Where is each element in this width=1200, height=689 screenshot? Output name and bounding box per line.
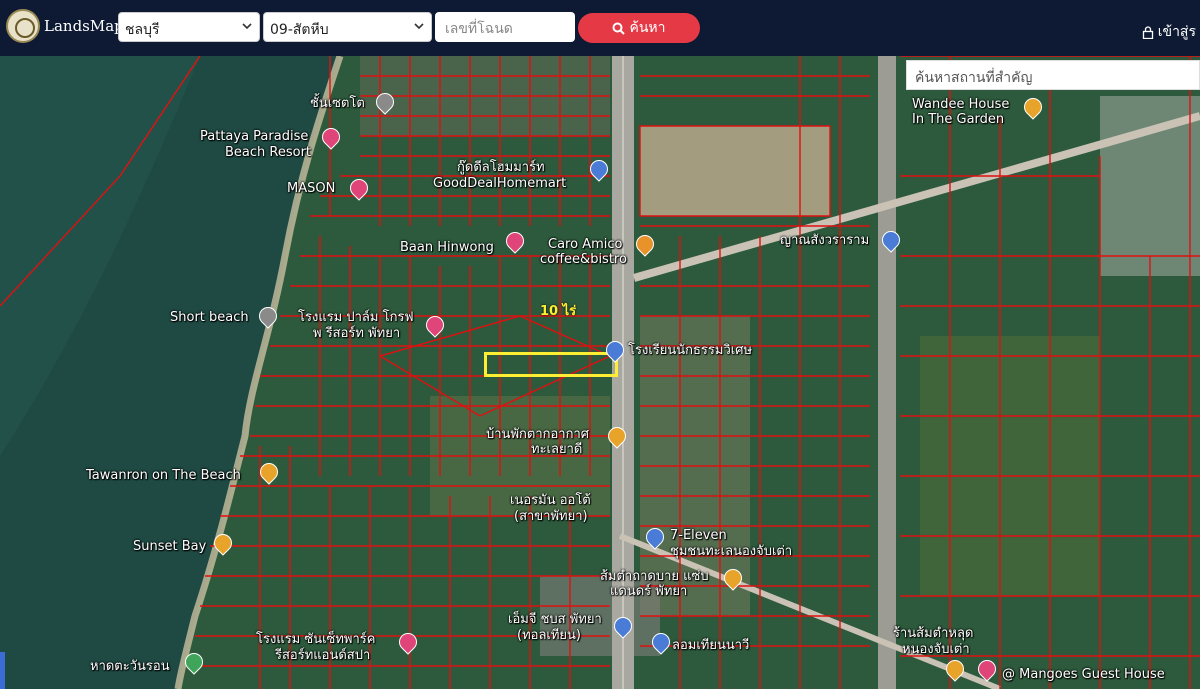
place-search-placeholder: ค้นหาสถานที่สำคัญ — [915, 70, 1033, 86]
place-label[interactable]: ร้านส้มตำหลุด — [893, 626, 973, 641]
district-select[interactable]: 09-สัตหีบ — [263, 12, 432, 42]
place-label[interactable]: รีสอร์ทแอนด์สปา — [275, 648, 370, 663]
place-label[interactable]: (สาขาพัทยา) — [514, 509, 588, 524]
place-label[interactable]: Baan Hinwong — [400, 240, 494, 255]
parcel-area-label: 10 ไร่ — [540, 304, 577, 319]
place-label[interactable]: Pattaya Paradise — [200, 129, 308, 144]
deed-number-input[interactable]: เลขที่โฉนด — [435, 12, 575, 42]
place-label[interactable]: MASON — [287, 181, 335, 196]
province-select[interactable]: ชลบุรี — [118, 12, 260, 42]
place-label[interactable]: ชุมชนทะเลนองจับเต่า — [670, 544, 792, 559]
place-label[interactable]: @ Mangoes Guest House — [1002, 667, 1165, 682]
place-label[interactable]: บ้านพักตากอากาศ — [486, 427, 589, 442]
place-label[interactable]: Short beach — [170, 310, 249, 325]
place-label[interactable]: ทะเลยาดี — [531, 442, 582, 457]
place-label[interactable]: เอ็มจี ชบส พัทยา — [508, 612, 602, 627]
deed-number-placeholder: เลขที่โฉนด — [445, 21, 513, 37]
place-label[interactable]: โรงเรียนนักธรรมวิเศษ — [628, 343, 752, 358]
place-label[interactable]: ลอมเทียนนาวี — [672, 638, 749, 653]
place-label[interactable]: แดนดร์ พัทยา — [610, 584, 687, 599]
place-label[interactable]: GoodDealHomemart — [433, 176, 566, 191]
province-value: ชลบุรี — [125, 22, 160, 38]
place-label[interactable]: Tawanron on The Beach — [86, 468, 241, 483]
place-label[interactable]: Wandee House — [912, 97, 1009, 112]
place-label[interactable]: พ รีสอร์ท พัทยา — [313, 326, 400, 341]
place-label[interactable]: เนอรมัน ออโต้ — [510, 493, 591, 508]
place-label[interactable]: โรงแรม ซันเซ็ทพาร์ค — [256, 632, 375, 647]
place-label[interactable]: Caro Amico — [548, 237, 622, 252]
search-icon — [612, 22, 626, 35]
place-label[interactable]: In The Garden — [912, 112, 1004, 127]
chevron-down-icon — [414, 23, 424, 30]
brand-logo-icon — [6, 9, 40, 43]
place-label[interactable]: 7-Eleven — [670, 528, 727, 543]
login-link[interactable]: เข้าสู่ร — [1142, 21, 1196, 43]
place-label[interactable]: coffee&bistro — [540, 252, 627, 267]
side-panel-tab[interactable] — [0, 652, 5, 689]
place-label[interactable]: ญาณสังวราราม — [780, 233, 869, 248]
place-label[interactable]: โรงแรม ปาล์ม โกรฟ — [298, 310, 414, 325]
top-navbar: LandsMaps ชลบุรี 09-สัตหีบ เลขที่โฉนด ค้… — [0, 0, 1200, 56]
search-button-label: ค้นหา — [629, 20, 666, 36]
place-label[interactable]: หาดตะวันรอน — [90, 659, 170, 674]
lock-icon — [1142, 25, 1153, 39]
place-label[interactable]: (ทอลเทียน) — [517, 628, 581, 643]
highlighted-parcel[interactable] — [484, 352, 618, 377]
search-button[interactable]: ค้นหา — [578, 13, 700, 43]
place-label[interactable]: ชั้นเซตโต — [310, 96, 365, 111]
place-label[interactable]: Beach Resort — [225, 145, 311, 160]
place-label[interactable]: หนองจับเต่า — [902, 642, 970, 657]
login-label: เข้าสู่ร — [1157, 24, 1196, 40]
place-label[interactable]: กู๊ดดีลโฮมมาร์ท — [457, 160, 545, 175]
place-label[interactable]: ส้มตำถาดบาย แซ่บ — [600, 569, 709, 584]
brand-link[interactable]: LandsMaps — [6, 9, 131, 43]
map-canvas[interactable]: 10 ไร่ — [0, 56, 1200, 689]
district-value: 09-สัตหีบ — [270, 22, 329, 38]
place-label[interactable]: Sunset Bay — [133, 539, 206, 554]
chevron-down-icon — [242, 23, 252, 30]
place-search-input[interactable]: ค้นหาสถานที่สำคัญ — [906, 60, 1200, 90]
